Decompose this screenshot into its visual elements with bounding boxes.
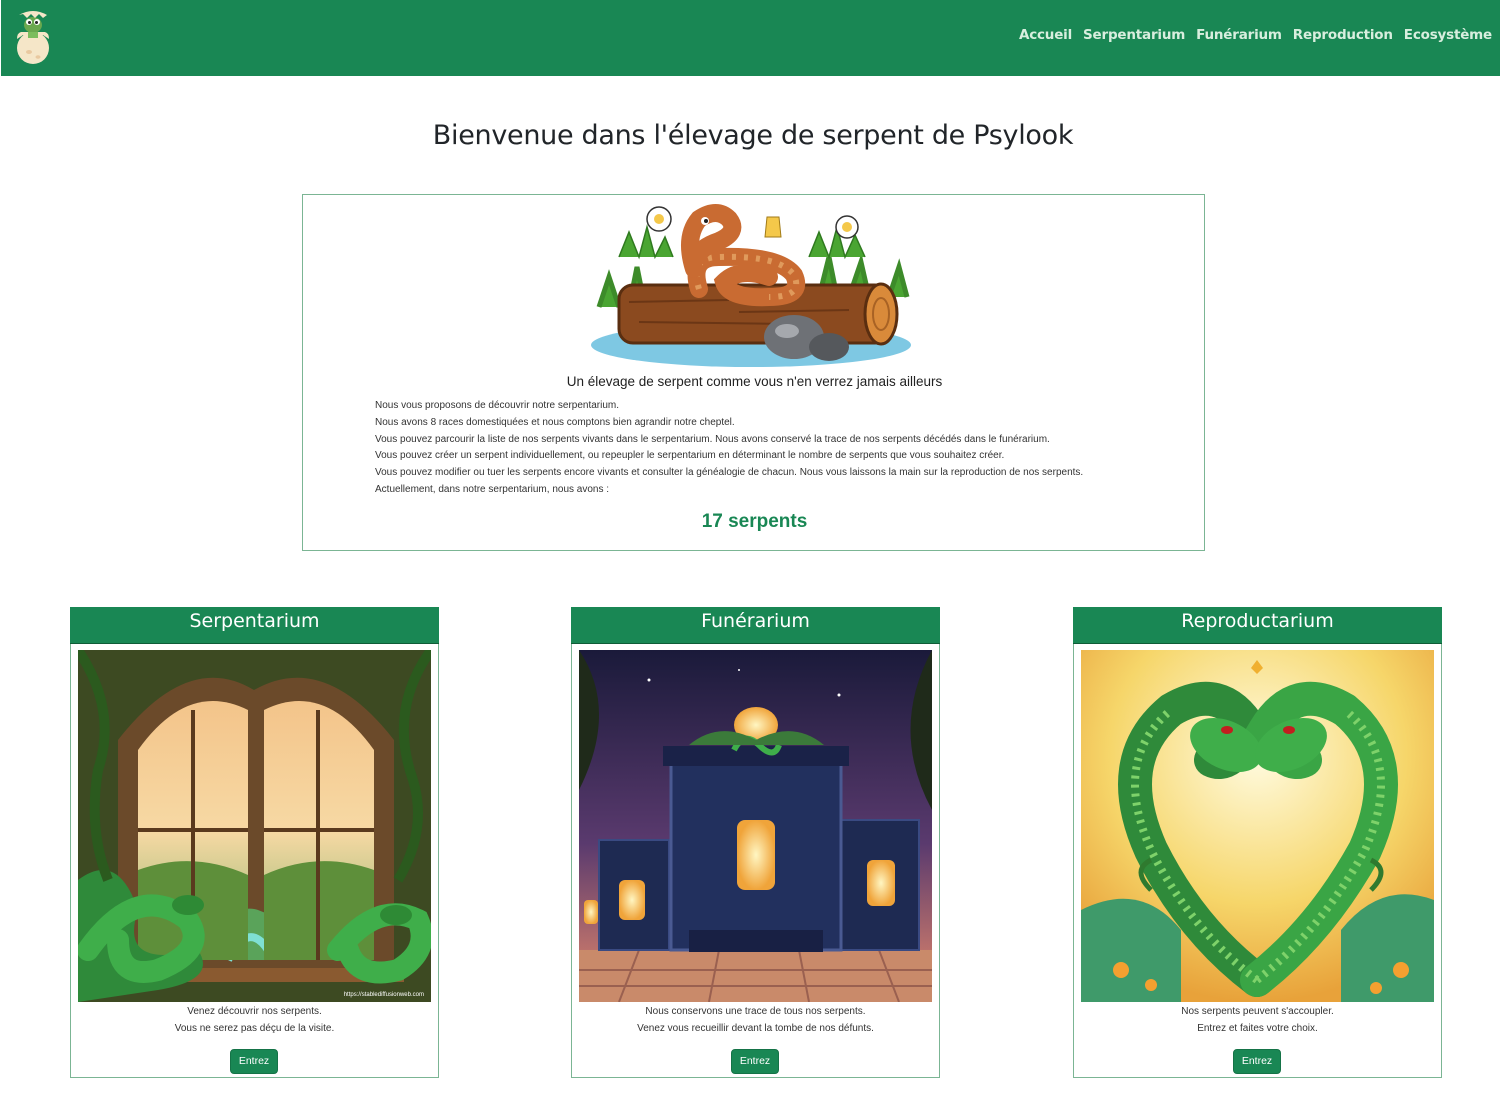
top-navbar: Accueil Serpentarium Funérarium Reproduc… [1,0,1500,76]
enter-funerarium-button[interactable]: Entrez [731,1049,779,1074]
nav-links: Accueil Serpentarium Funérarium Reproduc… [1019,27,1492,43]
page-title: Bienvenue dans l'élevage de serpent de P… [432,120,1074,151]
card-text-line: Nous conservons une trace de tous nos se… [645,1006,866,1017]
snake-count: 17 serpents [701,511,808,532]
intro-line: Nous avons 8 races domestiquées et nous … [375,416,735,428]
reproductarium-image [1081,650,1434,1002]
card-description: Nos serpents peuvent s'accoupler. Entrez… [1074,1003,1441,1037]
card-text-line: Nos serpents peuvent s'accoupler. [1181,1006,1334,1017]
snake-egg-logo-icon[interactable] [15,5,51,65]
card-text-line: Vous ne serez pas déçu de la visite. [174,1023,335,1034]
enter-serpentarium-button[interactable]: Entrez [230,1049,278,1074]
card-description: Nous conservons une trace de tous nos se… [572,1003,939,1037]
intro-line: Actuellement, dans notre serpentarium, n… [375,483,610,495]
card-title: Reproductarium [1073,607,1442,644]
intro-line: Vous pouvez parcourir la liste de nos se… [375,433,1050,445]
intro-panel: Un élevage de serpent comme vous n'en ve… [302,194,1205,551]
card-text-line: Entrez et faites votre choix. [1197,1023,1318,1034]
intro-text: Nous vous proposons de découvrir notre s… [375,398,1175,499]
funerarium-image [579,650,932,1002]
card-funerarium: Funérarium Nous conservons une trace de … [571,607,940,1078]
card-description: Venez découvrir nos serpents. Vous ne se… [71,1003,438,1037]
nav-link-accueil[interactable]: Accueil [1019,27,1072,43]
watermark-text: https://stablediffusionweb.com [344,992,424,998]
nav-link-funerarium[interactable]: Funérarium [1196,27,1282,43]
card-title: Funérarium [571,607,940,644]
card-text-line: Venez découvrir nos serpents. [187,1006,322,1017]
intro-line: Nous vous proposons de découvrir notre s… [375,400,620,411]
card-serpentarium: Serpentarium https://stablediffusionweb.… [70,607,439,1078]
intro-line: Vous pouvez créer un serpent individuell… [375,450,1005,462]
nav-link-reproduction[interactable]: Reproduction [1293,27,1393,43]
card-reproductarium: Reproductarium Nos serpents peuvent s'ac… [1073,607,1442,1078]
intro-tagline: Un élevage de serpent comme vous n'en ve… [566,374,943,389]
enter-reproductarium-button[interactable]: Entrez [1233,1049,1281,1074]
card-text-line: Venez vous recueillir devant la tombe de… [637,1023,874,1034]
nav-link-ecosysteme[interactable]: Ecosystème [1404,27,1492,43]
snake-on-log-illustration [591,204,911,367]
intro-line: Vous pouvez modifier ou tuer les serpent… [375,467,1084,479]
card-title: Serpentarium [70,607,439,644]
serpentarium-image: https://stablediffusionweb.com [78,650,431,1002]
nav-link-serpentarium[interactable]: Serpentarium [1083,27,1185,43]
